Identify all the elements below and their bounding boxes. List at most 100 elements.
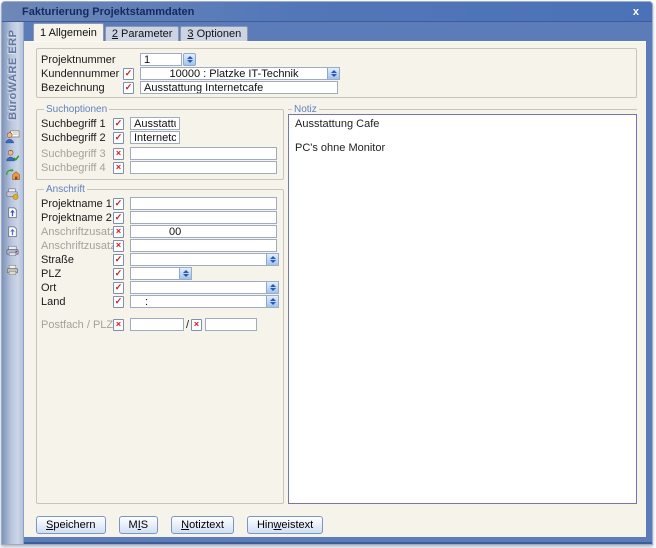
dropdown-button[interactable] [179,268,191,279]
projektname2-label: Projektname 2 [41,212,113,224]
strasse-label: Straße [41,254,113,266]
suchbegriff4-label: Suchbegriff 4 [41,162,113,174]
suchbegriff4-input[interactable] [130,161,277,174]
tab-allgemein[interactable]: 1 Allgemein [33,23,104,41]
field-row-postfach: Postfach / PLZ × / × [41,318,279,331]
cross-icon[interactable]: × [113,319,124,331]
suchbegriff1-input[interactable] [130,117,180,130]
projektnummer-spinner[interactable] [183,53,196,66]
strasse-combobox[interactable] [130,253,279,266]
check-icon[interactable]: ✓ [113,282,124,294]
home-sync-icon[interactable] [5,166,21,182]
suchbegriff3-label: Suchbegriff 3 [41,148,113,160]
doc-import-icon[interactable] [5,223,21,239]
check-icon[interactable]: ✓ [123,82,134,94]
ort-combobox[interactable] [130,281,279,294]
plz-combobox[interactable] [130,267,192,280]
dropdown-button[interactable] [266,296,278,307]
postfach-label: Postfach / PLZ [41,319,113,331]
tab-bar: 1 Allgemein 2 Parameter 3 Optionen [24,22,646,41]
dropdown-button[interactable] [266,282,278,293]
window-title: Fakturierung Projektstammdaten [22,6,194,18]
land-label: Land [41,296,113,308]
suchbegriff2-input[interactable] [130,131,180,144]
notiz-group: Notiz Ausstattung Cafe PC's ohne Monitor [288,104,637,504]
check-icon[interactable]: ✓ [113,198,124,210]
suchbegriff1-label: Suchbegriff 1 [41,118,113,130]
kundennummer-combobox[interactable]: 10000 : Platzke IT-Technik [140,67,340,80]
suchoptionen-legend: Suchoptionen [44,104,109,115]
anschriftzusatz2-label: Anschriftzusatz 2 [41,240,113,252]
projektname2-input[interactable] [130,211,277,224]
field-row-projektnummer: Projektnummer [41,53,632,66]
ort-label: Ort [41,282,113,294]
check-icon[interactable]: ✓ [113,296,124,308]
close-button[interactable]: x [630,6,642,18]
projektnummer-label: Projektnummer [41,54,123,66]
mis-button[interactable]: MIS [119,516,159,534]
check-icon[interactable]: ✓ [113,254,124,266]
projektnummer-input[interactable] [140,53,182,66]
check-icon[interactable]: ✓ [113,212,124,224]
hinweistext-button[interactable]: Hinweistext [247,516,323,534]
titlebar: Fakturierung Projektstammdaten x [2,2,652,22]
projektname1-input[interactable] [130,197,277,210]
land-value: : [131,296,266,307]
notiztext-button[interactable]: Notiztext [171,516,234,534]
anschriftzusatz1-input[interactable] [130,225,277,238]
cross-icon[interactable]: × [113,240,124,252]
check-icon[interactable]: ✓ [123,68,134,80]
suchbegriff2-label: Suchbegriff 2 [41,132,113,144]
cross-icon[interactable]: × [113,226,124,238]
doc-export-icon[interactable] [5,204,21,220]
field-row-anschriftzusatz2: Anschriftzusatz 2 × [41,239,279,252]
field-row-strasse: Straße ✓ [41,253,279,266]
strasse-value [131,254,266,265]
anschriftzusatz1-label: Anschriftzusatz 1 [41,226,113,238]
check-icon[interactable]: ✓ [113,268,124,280]
anschriftzusatz2-input[interactable] [130,239,277,252]
notiz-textarea[interactable]: Ausstattung Cafe PC's ohne Monitor [288,114,637,504]
header-fieldset: Projektnummer Kundennummer ✓ 10000 : Pla… [36,48,637,98]
postfach-plz-input[interactable] [205,318,257,331]
kundennummer-value: 10000 : Platzke IT-Technik [141,68,327,79]
plz-value [131,268,179,279]
land-combobox[interactable]: : [130,295,279,308]
printer-cartridge-icon[interactable] [5,242,21,258]
app-window: Fakturierung Projektstammdaten x BüroWAR… [1,1,653,545]
print-gold-icon[interactable] [5,185,21,201]
field-row-suchbegriff3: Suchbegriff 3 × [41,147,279,160]
check-icon[interactable]: ✓ [113,118,124,130]
speichern-button[interactable]: Speichern [36,516,106,534]
field-row-projektname2: Projektname 2 ✓ [41,211,279,224]
brand-logo: BüroWARE ERP [7,28,19,120]
dropdown-button[interactable] [266,254,278,265]
button-bar: Speichern MIS Notiztext Hinweistext [36,516,637,534]
printer-icon[interactable] [5,261,21,277]
anschrift-legend: Anschrift [44,184,87,195]
tab-optionen[interactable]: 3 Optionen [180,26,248,41]
field-row-suchbegriff1: Suchbegriff 1 ✓ [41,117,279,130]
contact-card-icon[interactable] [5,128,21,144]
check-icon[interactable]: ✓ [113,132,124,144]
tab-parameter[interactable]: 2 Parameter [105,26,180,41]
cross-icon[interactable]: × [113,162,124,174]
field-row-kundennummer: Kundennummer ✓ 10000 : Platzke IT-Techni… [41,67,632,80]
ort-value [131,282,266,293]
dropdown-button[interactable] [327,68,339,79]
user-check-icon[interactable] [5,147,21,163]
cross-icon[interactable]: × [191,319,202,331]
suchoptionen-group: Suchoptionen Suchbegriff 1 ✓ Suchbegriff… [36,104,284,180]
field-row-plz: PLZ ✓ [41,267,279,280]
bezeichnung-input[interactable] [140,81,338,94]
suchbegriff3-input[interactable] [130,147,277,160]
kundennummer-label: Kundennummer [41,68,123,80]
field-row-land: Land ✓ : [41,295,279,308]
field-row-suchbegriff2: Suchbegriff 2 ✓ [41,131,279,144]
plz-label: PLZ [41,268,113,280]
postfach-input[interactable] [130,318,184,331]
field-row-anschriftzusatz1: Anschriftzusatz 1 × [41,225,279,238]
cross-icon[interactable]: × [113,148,124,160]
bezeichnung-label: Bezeichnung [41,82,123,94]
sidebar-toolbar [5,128,21,277]
